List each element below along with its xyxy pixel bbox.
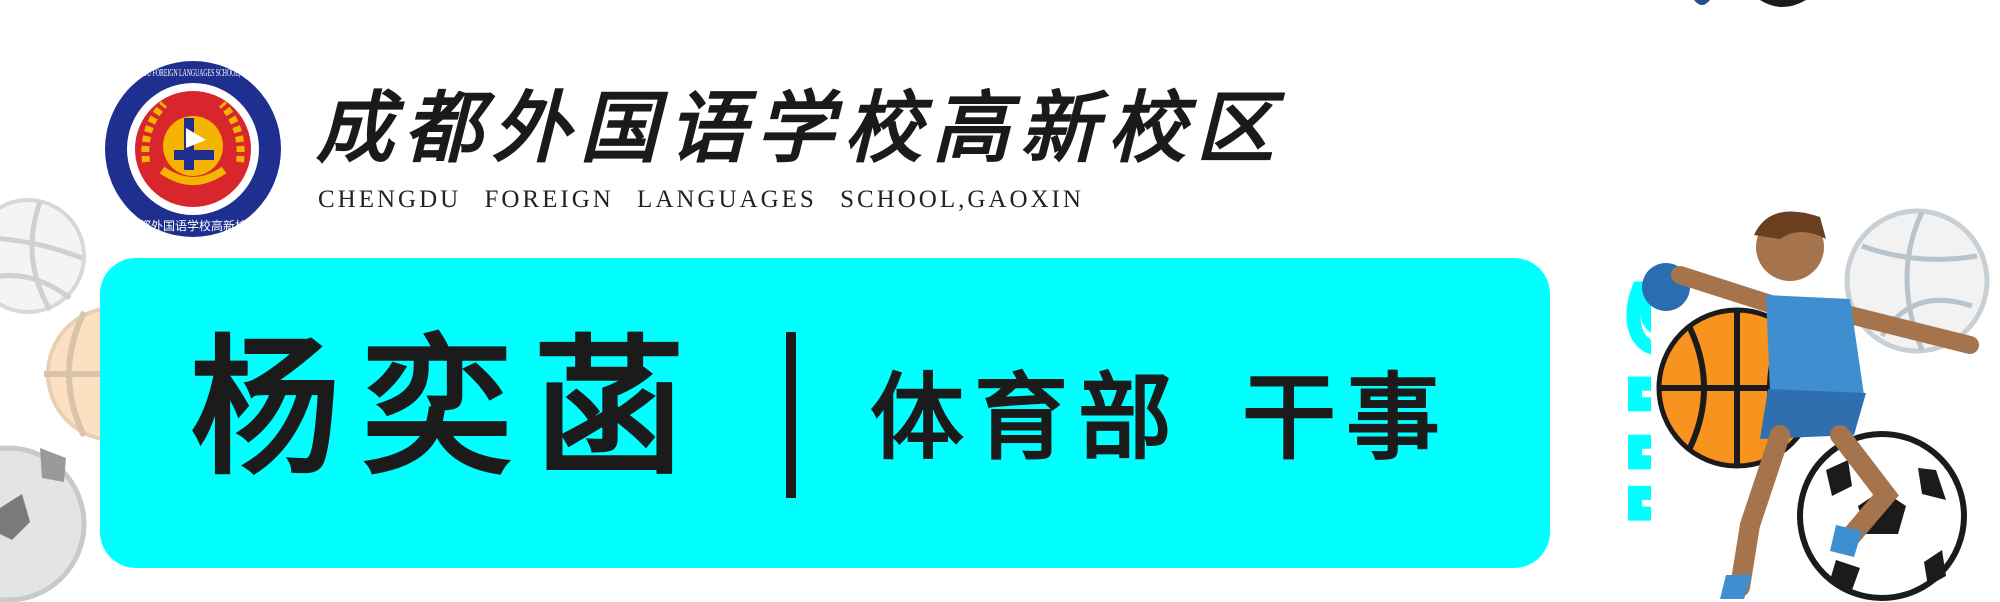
department-label: 体育部 [870, 363, 1183, 473]
school-name-en: CHENGDU FOREIGN LANGUAGES SCHOOL,GAOXIN [318, 186, 1084, 213]
position-label: 干事 [1242, 363, 1451, 473]
side-5th-text: 5TH [1602, 280, 1651, 531]
volleyball-left-icon [0, 198, 86, 314]
divider-bar [786, 332, 796, 498]
top-edge-decor [1694, 0, 1806, 7]
basketball-left-icon [44, 306, 104, 442]
person-name: 杨奕菡 [190, 320, 707, 496]
school-seal-logo: CHENGDU FOREIGN LANGUAGES SCHOOL,GAOXIN … [105, 61, 281, 237]
handball-player-icon [1642, 211, 1979, 599]
school-name-cn: 成都外国语学校高新校区 [316, 83, 1285, 174]
name-banner: 杨奕菡 体育部 干事 [100, 258, 1550, 568]
soccer-ball-left-icon [0, 445, 87, 602]
role-line: 体育部 干事 [870, 362, 1450, 475]
seal-inner-text: 成都外国语学校高新校区 [127, 218, 259, 233]
seal-ring-text: CHENGDU FOREIGN LANGUAGES SCHOOL,GAOXIN [123, 67, 263, 79]
